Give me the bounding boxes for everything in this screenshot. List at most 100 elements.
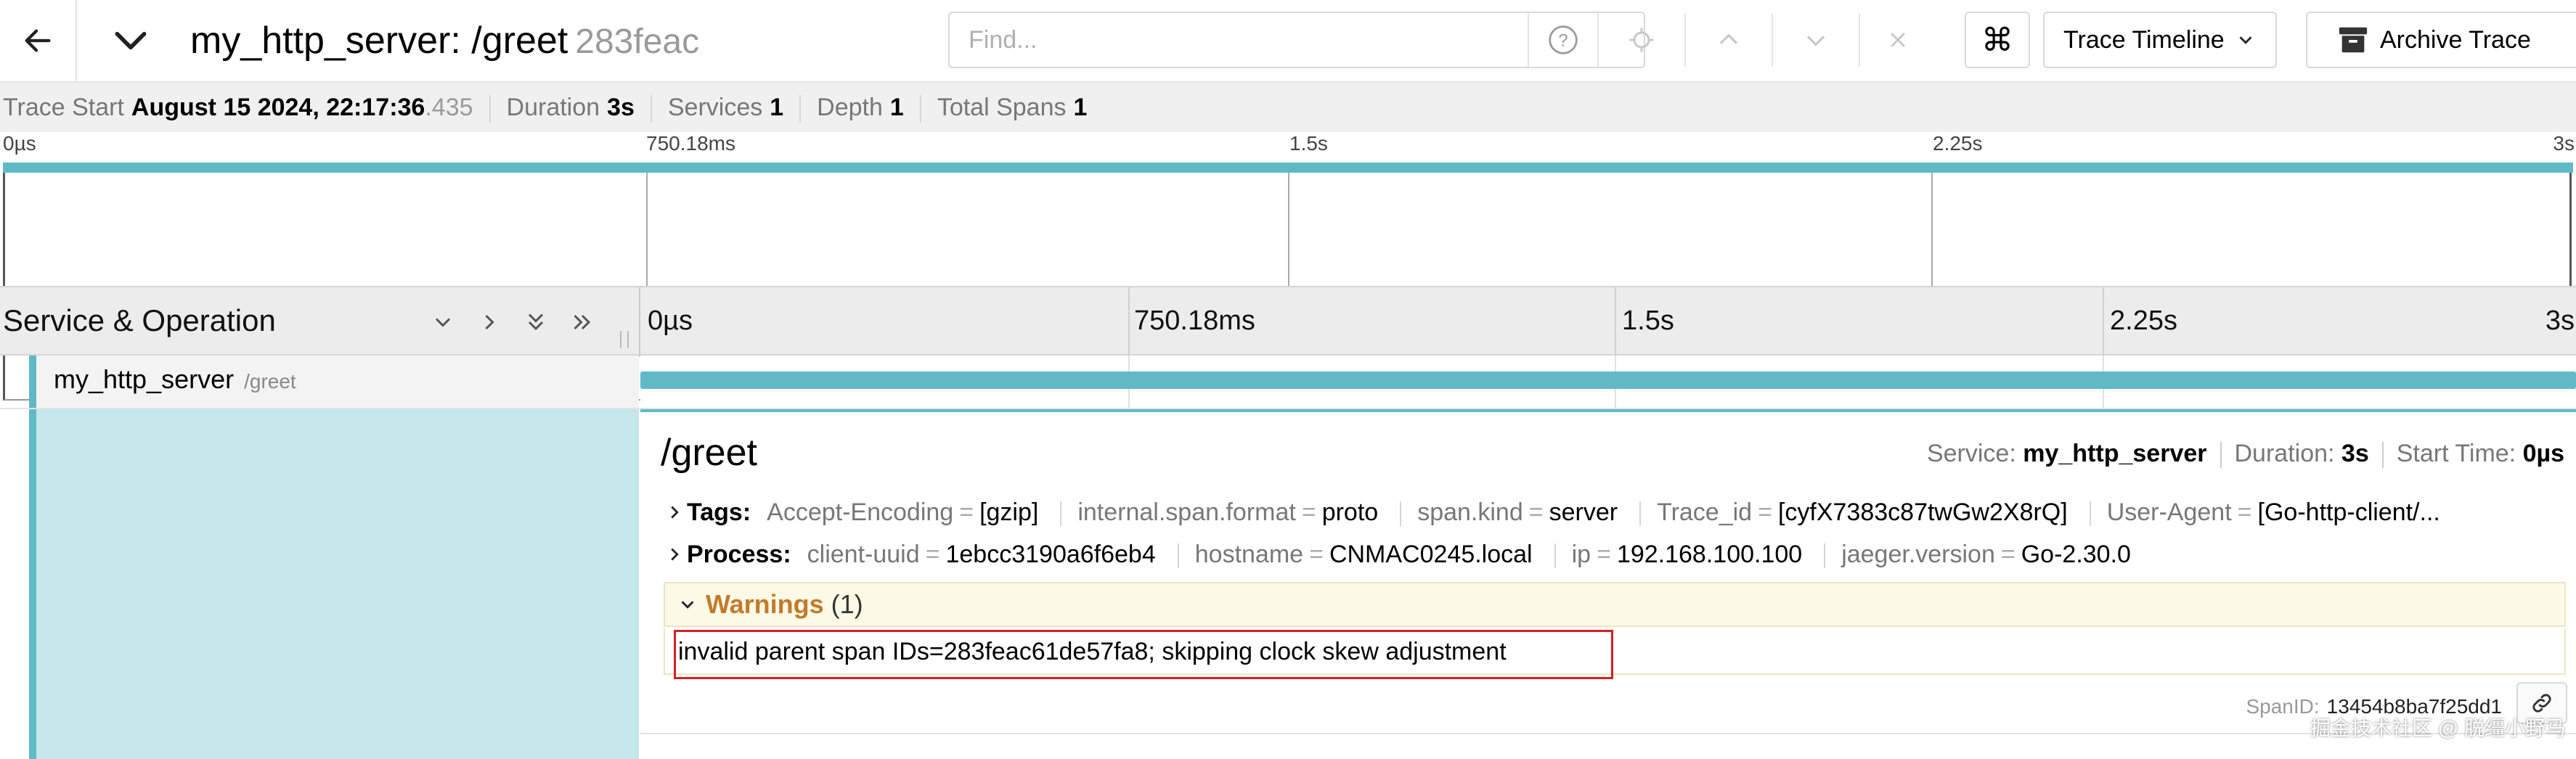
back-button[interactable] <box>0 0 76 81</box>
timeline-tick: 1.5s <box>1622 305 1674 336</box>
annotation-highlight-box <box>674 630 1613 679</box>
clear-search-button[interactable] <box>1859 13 1936 67</box>
span-id-label: SpanID: <box>2246 695 2320 718</box>
process-key: hostname <box>1194 541 1304 568</box>
minimap-span-bar <box>3 163 2573 173</box>
timeline-gridline <box>1128 287 1130 357</box>
warnings-header[interactable]: Warnings (1) <box>664 582 2566 627</box>
trace-title-separator: : <box>450 20 461 62</box>
command-icon: ⌘ <box>1981 22 2013 58</box>
arrow-left-icon <box>25 29 51 52</box>
collapse-one-button[interactable] <box>420 302 466 342</box>
keyboard-shortcuts-button[interactable]: ⌘ <box>1965 12 2030 68</box>
trace-total-spans: Total Spans 1 <box>934 83 1104 132</box>
warnings-count: (1) <box>831 589 863 619</box>
timeline-gridline <box>2103 287 2104 357</box>
collapse-controls <box>420 302 606 342</box>
chevron-down-icon <box>115 31 147 50</box>
span-detail-left-cell <box>29 409 639 759</box>
double-chevron-right-icon <box>574 314 591 330</box>
detail-bottom-border <box>640 733 2576 734</box>
span-row[interactable]: my_http_server/greet <box>0 356 2576 409</box>
trace-start-ms: .435 <box>425 93 473 121</box>
tag-key: User-Agent <box>2106 499 2232 526</box>
svg-text:?: ? <box>1558 30 1568 50</box>
chevron-right-icon <box>664 536 687 573</box>
span-detail-title: /greet <box>661 432 757 474</box>
process-key: client-uuid <box>807 541 920 568</box>
trace-header: my_http_server: /greet283feac ? <box>0 0 2576 83</box>
duration-label: Duration <box>506 93 600 121</box>
tags-section[interactable]: Tags: Accept-Encoding = [gzip] internal.span… <box>664 493 2462 531</box>
minimap-tick: 0µs <box>3 132 36 155</box>
chevron-down-icon <box>2239 36 2252 44</box>
process-label: Process: <box>687 541 791 568</box>
detail-duration-label: Duration: <box>2234 440 2335 467</box>
summary-divider <box>489 94 491 123</box>
process-value: CNMAC0245.local <box>1329 541 1533 568</box>
tag-value: [cyfX7383c87twGw2X8rQ] <box>1777 499 2068 526</box>
chevron-down-icon <box>669 583 706 625</box>
tag-key: Accept-Encoding <box>767 499 954 526</box>
process-key: ip <box>1571 541 1591 568</box>
column-resize-handle[interactable] <box>620 331 629 348</box>
tag-key: Trace_id <box>1657 499 1753 526</box>
expand-all-button[interactable] <box>559 302 606 342</box>
chevron-down-icon <box>1806 36 1825 46</box>
archive-icon <box>2339 27 2368 53</box>
find-input[interactable] <box>950 13 1530 67</box>
process-value: 1ebcc3190a6f6eb4 <box>945 541 1156 568</box>
column-divider[interactable] <box>639 287 640 357</box>
link-icon <box>2532 694 2551 713</box>
timeline-tick: 750.18ms <box>1134 305 1255 336</box>
span-name[interactable]: my_http_server/greet <box>54 361 296 400</box>
tag-value: [gzip] <box>979 499 1039 526</box>
find-help-button[interactable]: ? <box>1528 13 1597 67</box>
view-select[interactable]: Trace Timeline <box>2043 12 2277 68</box>
trace-services: Services 1 <box>665 83 799 132</box>
chevron-right-icon <box>485 314 494 330</box>
trace-start-value: August 15 2024, 22:17:36.435 <box>131 94 473 122</box>
expand-one-button[interactable] <box>466 302 513 342</box>
chevron-down-icon <box>435 318 451 327</box>
total-spans-value: 1 <box>1073 93 1088 121</box>
trace-id-short: 283feac <box>575 22 700 61</box>
trace-minimap[interactable]: 0µs 750.18ms 1.5s 2.25s 3s <box>0 132 2576 401</box>
minimap-tick: 1.5s <box>1289 132 1328 155</box>
trace-start-datetime: August 15 2024, 22:17:36 <box>131 93 425 121</box>
span-duration-bar[interactable] <box>640 372 2576 389</box>
trace-title: my_http_server: /greet 283feac <box>190 17 699 65</box>
depth-value: 1 <box>889 93 904 121</box>
chevron-up-icon <box>1719 33 1738 44</box>
span-detail-accent <box>29 409 36 759</box>
next-result-button[interactable] <box>1772 13 1859 67</box>
trace-title-service: my_http_server <box>190 20 451 62</box>
tag-value: [Go-http-client/... <box>2257 499 2440 526</box>
trace-start-label: Trace Start <box>3 93 124 121</box>
locate-span-button[interactable] <box>1597 13 1684 67</box>
timeline-tick: 3s <box>2545 305 2575 336</box>
process-value: 192.168.100.100 <box>1616 541 1803 568</box>
prev-result-button[interactable] <box>1684 13 1772 67</box>
warnings-label: Warnings <box>706 589 824 619</box>
process-section[interactable]: Process: client-uuid = 1ebcc3190a6f6eb4 host… <box>664 536 2153 573</box>
summary-divider <box>650 94 652 123</box>
trace-title-operation: /greet <box>471 20 568 62</box>
trace-start: Trace Start August 15 2024, 22:17:36.435 <box>0 83 489 132</box>
collapse-header-button[interactable] <box>109 20 152 61</box>
detail-start-value: 0µs <box>2522 440 2564 467</box>
crosshair-icon <box>1629 28 1654 52</box>
watermark: 掘金技术社区 @ 脱缰小野马 <box>2310 717 2566 739</box>
process-value: Go-2.30.0 <box>2021 541 2131 568</box>
collapse-all-button[interactable] <box>513 302 559 342</box>
timeline-tick: 0µs <box>648 305 693 336</box>
minimap-tick: 3s <box>2553 132 2575 155</box>
timeline-gridline <box>1615 287 1616 357</box>
span-service-name: my_http_server <box>54 364 235 394</box>
tags-label: Tags: <box>687 499 751 526</box>
span-operation-name: /greet <box>244 370 296 393</box>
duration-value: 3s <box>607 93 635 121</box>
archive-trace-button[interactable]: Archive Trace <box>2306 12 2576 68</box>
close-icon <box>1890 32 1906 48</box>
detail-meta-divider <box>2381 442 2384 469</box>
